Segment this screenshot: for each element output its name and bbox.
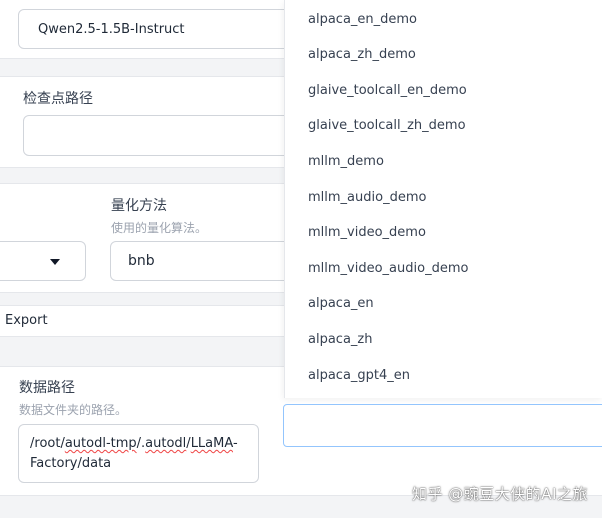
dropdown-option[interactable]: alpaca_en_demo [308, 12, 417, 27]
checkpoint-input[interactable] [23, 115, 313, 156]
dropdown-option[interactable]: glaive_toolcall_en_demo [308, 83, 467, 98]
model-select-value: Qwen2.5-1.5B-Instruct [38, 22, 185, 37]
dropdown-option[interactable]: alpaca_gpt4_en [308, 368, 410, 383]
dropdown-option[interactable]: mllm_audio_demo [308, 190, 426, 205]
dropdown-option[interactable]: alpaca_zh_demo [308, 47, 416, 62]
dropdown-option[interactable]: alpaca_zh [308, 332, 372, 347]
tab-export[interactable]: Export [5, 313, 48, 328]
chevron-down-icon[interactable] [50, 259, 60, 265]
left-select[interactable] [0, 241, 86, 281]
dropdown-option[interactable]: mllm_video_audio_demo [308, 261, 468, 276]
dropdown-option[interactable]: glaive_toolcall_zh_demo [308, 118, 466, 133]
dropdown-option[interactable]: mllm_video_demo [308, 225, 426, 240]
data-path-hint: 数据文件夹的路径。 [19, 403, 128, 417]
data-path-label: 数据路径 [19, 380, 75, 396]
checkpoint-label: 检查点路径 [23, 91, 93, 107]
dataset-input[interactable] [283, 404, 602, 447]
quantization-hint: 使用的量化算法。 [111, 221, 208, 235]
data-path-value: /root/autodl-tmp/.autodl/LLaMA-Factory/d… [30, 436, 238, 471]
quantization-value: bnb [128, 253, 155, 269]
dropdown-option[interactable]: alpaca_en [308, 296, 374, 311]
dataset-dropdown-list: alpaca_en_demo alpaca_zh_demo glaive_too… [284, 0, 602, 398]
dropdown-option[interactable]: mllm_demo [308, 154, 384, 169]
quantization-label: 量化方法 [111, 198, 167, 214]
watermark: 知乎 @豌豆大侠的AI之旅 [412, 485, 588, 503]
